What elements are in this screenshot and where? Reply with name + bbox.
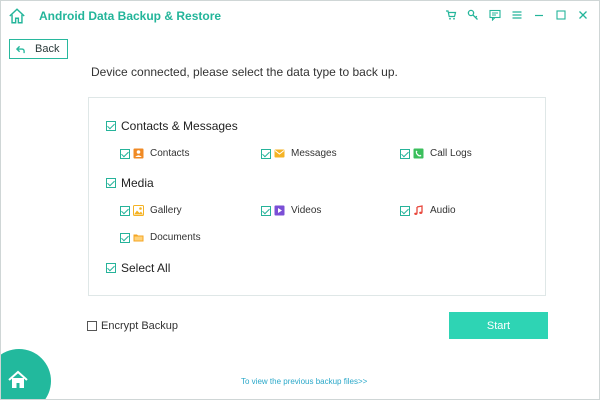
cart-icon[interactable]	[443, 7, 459, 23]
item-label: Videos	[291, 205, 322, 216]
item-documents[interactable]: Documents	[120, 232, 201, 243]
videos-icon	[274, 205, 285, 216]
item-gallery[interactable]: Gallery	[120, 205, 182, 216]
home-icon[interactable]	[7, 369, 29, 391]
item-call-logs[interactable]: Call Logs	[400, 148, 472, 159]
minimize-icon[interactable]	[531, 7, 547, 23]
audio-icon	[414, 205, 423, 215]
item-label: Contacts	[150, 148, 190, 159]
back-label: Back	[35, 43, 60, 55]
item-label: Call Logs	[430, 148, 472, 159]
item-videos[interactable]: Videos	[261, 205, 321, 216]
select-all[interactable]: Select All	[106, 261, 170, 275]
contacts-messages-checkbox[interactable]	[106, 121, 116, 131]
window-controls	[443, 7, 591, 23]
data-type-panel: Contacts & Messages Contacts Messages Ca…	[88, 97, 546, 296]
group-contacts-messages[interactable]: Contacts & Messages	[106, 119, 238, 133]
close-icon[interactable]	[575, 7, 591, 23]
item-label: Messages	[291, 148, 337, 159]
messages-icon	[274, 149, 285, 158]
videos-checkbox[interactable]	[261, 205, 271, 216]
key-icon[interactable]	[465, 7, 481, 23]
encrypt-backup-option[interactable]: Encrypt Backup	[87, 320, 178, 332]
previous-backup-link[interactable]: To view the previous backup files>>	[241, 377, 367, 386]
item-contacts[interactable]: Contacts	[120, 148, 189, 159]
maximize-icon[interactable]	[553, 7, 569, 23]
back-button[interactable]: Back	[9, 39, 68, 59]
group-label: Media	[121, 176, 154, 190]
item-messages[interactable]: Messages	[261, 148, 337, 159]
app-title: Android Data Backup & Restore	[39, 9, 222, 23]
call-logs-checkbox[interactable]	[400, 148, 410, 159]
app-window: Android Data Backup & Restore Back Devic…	[0, 0, 600, 400]
audio-checkbox[interactable]	[400, 205, 410, 216]
contacts-checkbox[interactable]	[120, 148, 130, 159]
gallery-icon	[133, 205, 144, 216]
start-button[interactable]: Start	[449, 312, 548, 339]
call-logs-icon	[413, 148, 424, 159]
group-media[interactable]: Media	[106, 176, 154, 190]
contacts-icon	[133, 148, 144, 159]
documents-icon	[133, 234, 144, 242]
encrypt-backup-checkbox[interactable]	[87, 321, 97, 331]
instruction-text: Device connected, please select the data…	[91, 65, 398, 79]
item-audio[interactable]: Audio	[400, 205, 456, 216]
item-label: Gallery	[150, 205, 182, 216]
home-outline-icon[interactable]	[8, 7, 26, 25]
feedback-icon[interactable]	[487, 7, 503, 23]
menu-icon[interactable]	[509, 7, 525, 23]
title-bar: Android Data Backup & Restore	[1, 1, 599, 31]
media-checkbox[interactable]	[106, 178, 116, 188]
item-label: Documents	[150, 232, 201, 243]
select-all-label: Select All	[121, 261, 171, 275]
item-label: Audio	[430, 205, 456, 216]
encrypt-backup-label: Encrypt Backup	[101, 320, 179, 332]
group-label: Contacts & Messages	[121, 119, 238, 133]
select-all-checkbox[interactable]	[106, 263, 116, 273]
messages-checkbox[interactable]	[261, 148, 271, 159]
back-arrow-icon	[16, 45, 25, 53]
documents-checkbox[interactable]	[120, 232, 130, 243]
gallery-checkbox[interactable]	[120, 205, 130, 216]
